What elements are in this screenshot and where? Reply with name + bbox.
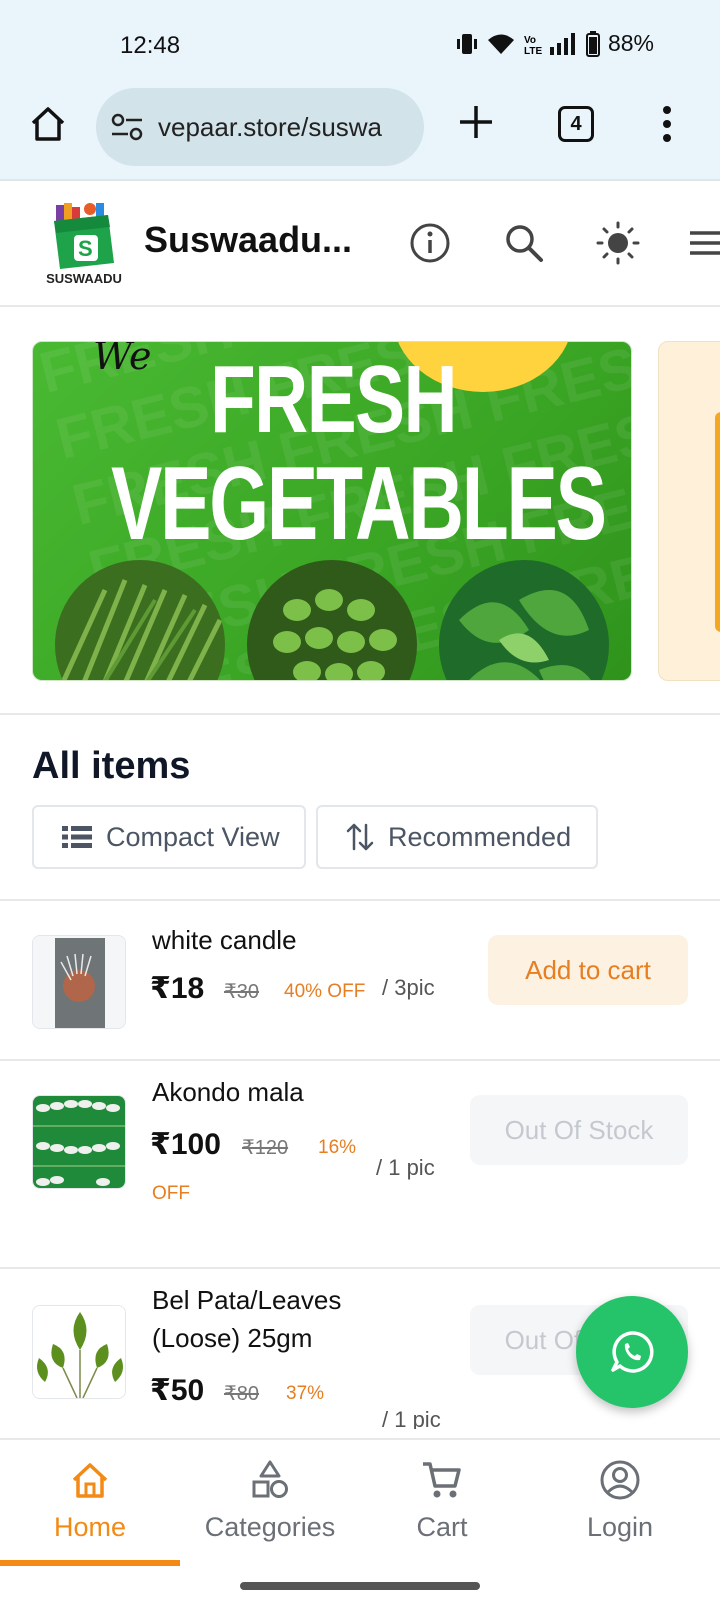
home-icon[interactable] — [28, 104, 68, 144]
status-time: 12:48 — [120, 32, 181, 59]
product-unit: / 1 pic — [376, 1155, 435, 1180]
sort-arrows-icon — [346, 823, 374, 851]
sort-button[interactable]: Recommended — [316, 805, 598, 869]
sort-label: Recommended — [388, 821, 572, 852]
menu-icon[interactable] — [688, 221, 720, 265]
list-view-icon — [62, 826, 92, 848]
product-price: ₹50 — [150, 1374, 205, 1407]
vibrate-icon — [456, 33, 477, 54]
product-price: ₹100 — [150, 1128, 221, 1161]
product-unit: / 1 pic — [382, 1407, 441, 1429]
product-name-line1[interactable]: Bel Pata/Leaves — [152, 1281, 341, 1319]
bottom-navigation: Home Categories Cart Login — [0, 1438, 720, 1600]
product-name[interactable]: white candle — [152, 921, 297, 959]
product-thumbnail[interactable] — [32, 935, 126, 1029]
banner-headline-line2: VEGETABLES — [111, 446, 607, 562]
battery-icon — [585, 30, 600, 57]
address-bar[interactable]: vepaar.store/suswa — [96, 88, 424, 166]
store-header: S SUSWAADU Suswaadu... — [0, 181, 720, 307]
nav-cart-label: Cart — [416, 1512, 468, 1542]
battery-percent: 88% — [607, 30, 654, 56]
product-mrp: ₹30 — [224, 981, 259, 1003]
signal-icon — [549, 32, 575, 55]
nav-home[interactable]: Home — [0, 1440, 180, 1566]
shopping-bag-logo-icon: S — [54, 203, 114, 269]
active-tab-indicator — [0, 1560, 180, 1566]
account-icon — [600, 1460, 640, 1500]
volte-icon: VoLTE — [524, 35, 542, 56]
categories-icon — [252, 1460, 288, 1498]
product-discount: 16% — [318, 1137, 357, 1158]
nav-categories-label: Categories — [204, 1512, 336, 1542]
nav-login[interactable]: Login — [530, 1440, 710, 1560]
product-discount: 40% OFF — [284, 981, 366, 1002]
product-thumbnail[interactable] — [32, 1095, 126, 1189]
browser-toolbar: vepaar.store/suswa 4 — [0, 88, 720, 181]
nav-categories[interactable]: Categories — [180, 1440, 360, 1560]
catalog-header: All items Compact View Recommended — [0, 715, 720, 901]
product-name[interactable]: Akondo mala — [152, 1073, 304, 1111]
whatsapp-chat-button[interactable] — [576, 1296, 688, 1408]
nav-login-label: Login — [586, 1512, 654, 1542]
site-settings-icon[interactable] — [110, 112, 144, 142]
banner-headline-line1: FRESH — [210, 346, 458, 453]
next-banner-peek[interactable] — [658, 341, 720, 681]
product-price: ₹18 — [150, 972, 205, 1005]
tab-switcher-button[interactable]: 4 — [558, 106, 594, 142]
add-to-cart-button[interactable]: Add to cart — [488, 935, 688, 1005]
product-row[interactable]: white candle ₹18 ₹30 40% OFF / 3pic Add … — [0, 901, 720, 1061]
gesture-bar — [240, 1582, 480, 1590]
compact-view-button[interactable]: Compact View — [32, 805, 306, 869]
new-tab-icon[interactable] — [456, 102, 496, 142]
svg-text:LTE: LTE — [524, 46, 542, 56]
product-mrp: ₹120 — [242, 1137, 289, 1159]
section-title: All items — [32, 745, 191, 787]
status-icons: Vo LTE 88% — [456, 30, 654, 57]
svg-text:S: S — [78, 236, 93, 261]
out-of-stock-button[interactable]: Out Of Stock — [470, 1095, 688, 1165]
product-thumbnail[interactable] — [32, 1305, 126, 1399]
cart-icon — [423, 1462, 461, 1498]
theme-toggle-icon[interactable] — [596, 221, 640, 265]
more-options-icon[interactable] — [660, 104, 674, 144]
wifi-icon — [487, 34, 514, 54]
svg-text:Vo: Vo — [524, 35, 536, 46]
logo-brand-text: SUSWAADU — [46, 271, 122, 286]
store-title[interactable]: Suswaadu... — [144, 219, 352, 261]
info-icon[interactable] — [408, 221, 452, 265]
nav-home-label: Home — [53, 1512, 127, 1542]
status-bar: 12:48 Vo LTE 88% — [0, 0, 720, 88]
store-logo[interactable]: S SUSWAADU — [42, 201, 126, 287]
whatsapp-icon — [611, 1331, 654, 1373]
url-text[interactable]: vepaar.store/suswa — [158, 112, 410, 143]
home-icon — [72, 1463, 108, 1498]
compact-view-label: Compact View — [106, 821, 280, 852]
fresh-vegetables-banner[interactable]: FRESH FRESH FRESH FRESH FRESH FRESH FRES… — [32, 341, 632, 681]
product-name-line2[interactable]: (Loose) 25gm — [152, 1319, 312, 1357]
product-unit: / 3pic — [382, 975, 435, 1000]
nav-cart[interactable]: Cart — [352, 1440, 532, 1560]
banner-carousel[interactable]: FRESH FRESH FRESH FRESH FRESH FRESH FRES… — [0, 307, 720, 715]
search-icon[interactable] — [502, 221, 546, 265]
product-discount-suffix: OFF — [152, 1183, 190, 1204]
product-discount: 37% — [286, 1383, 325, 1404]
product-row[interactable]: Akondo mala ₹100 ₹120 16% OFF / 1 pic Ou… — [0, 1061, 720, 1269]
product-mrp: ₹80 — [224, 1383, 259, 1405]
